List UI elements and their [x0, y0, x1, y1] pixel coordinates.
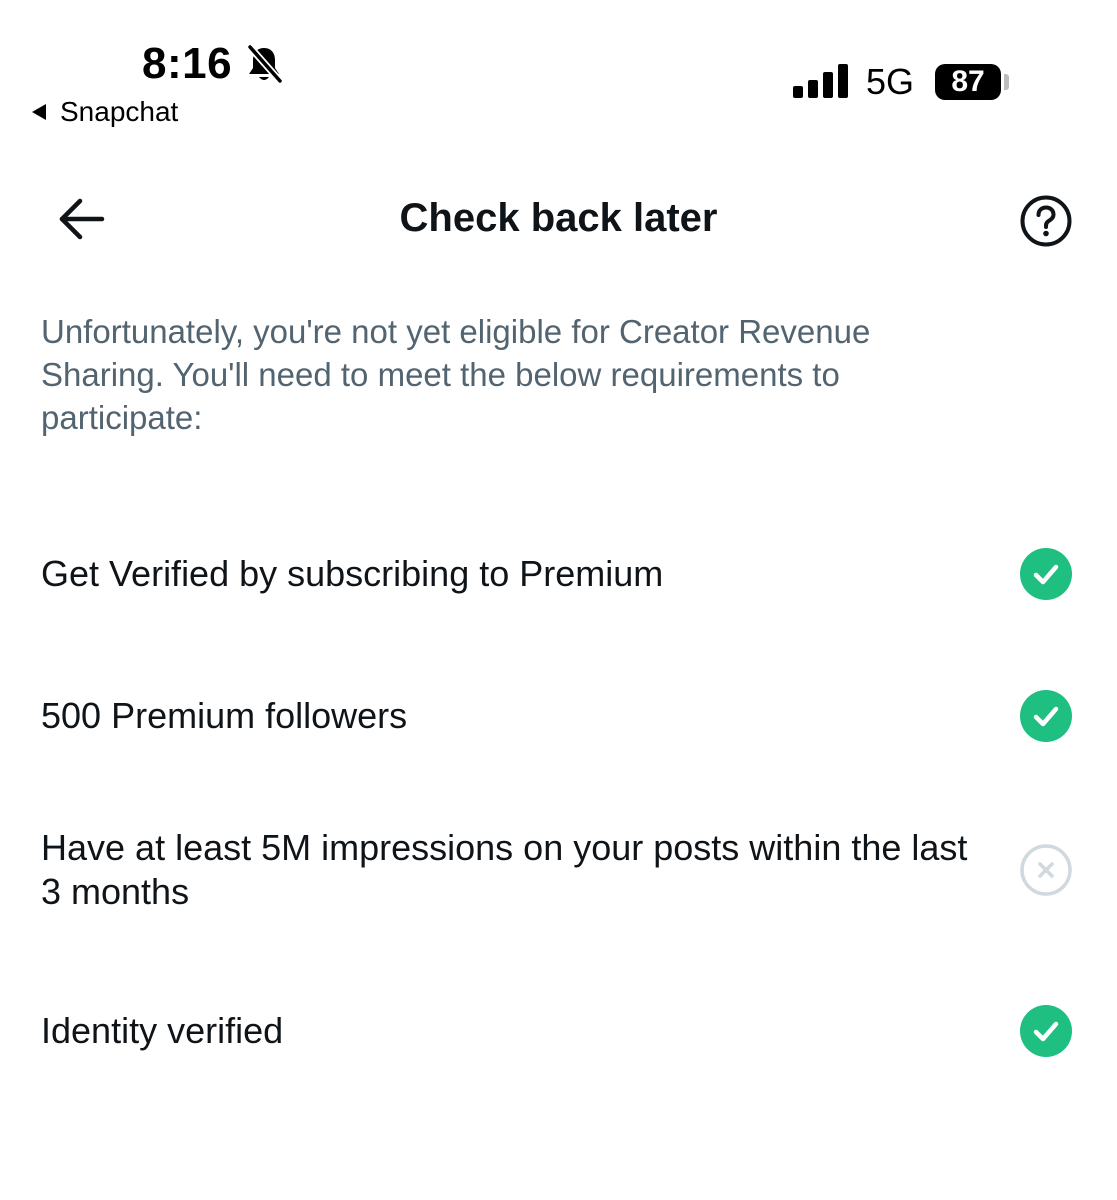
- requirement-item: Identity verified: [41, 1004, 1081, 1058]
- check-icon: [1020, 1005, 1072, 1057]
- check-icon: [1020, 690, 1072, 742]
- check-icon: [1020, 548, 1072, 600]
- requirement-item: 500 Premium followers: [41, 689, 1081, 743]
- status-time: 8:16: [142, 39, 233, 88]
- battery-tip: [1004, 74, 1009, 90]
- battery-icon: 87: [935, 64, 1001, 100]
- cellular-signal-icon: [793, 64, 848, 98]
- requirement-label: Have at least 5M impressions on your pos…: [41, 827, 968, 912]
- bell-muted-icon: [247, 44, 283, 84]
- requirement-label: Get Verified by subscribing to Premium: [41, 553, 664, 594]
- back-app-label: Snapchat: [60, 96, 179, 127]
- page-title: Check back later: [399, 196, 718, 240]
- eligibility-message: Unfortunately, you're not yet eligible f…: [41, 313, 871, 436]
- x-circle-icon: [1020, 844, 1072, 896]
- back-to-app-link[interactable]: Snapchat: [32, 95, 178, 129]
- battery-level: 87: [951, 65, 985, 98]
- requirement-label: Identity verified: [41, 1010, 284, 1051]
- help-icon[interactable]: [1019, 194, 1073, 248]
- requirement-label: 500 Premium followers: [41, 695, 408, 736]
- requirement-item: Get Verified by subscribing to Premium: [41, 547, 1081, 601]
- back-triangle-icon: [32, 104, 46, 120]
- network-type: 5G: [866, 61, 915, 102]
- requirement-item: Have at least 5M impressions on your pos…: [41, 826, 1081, 914]
